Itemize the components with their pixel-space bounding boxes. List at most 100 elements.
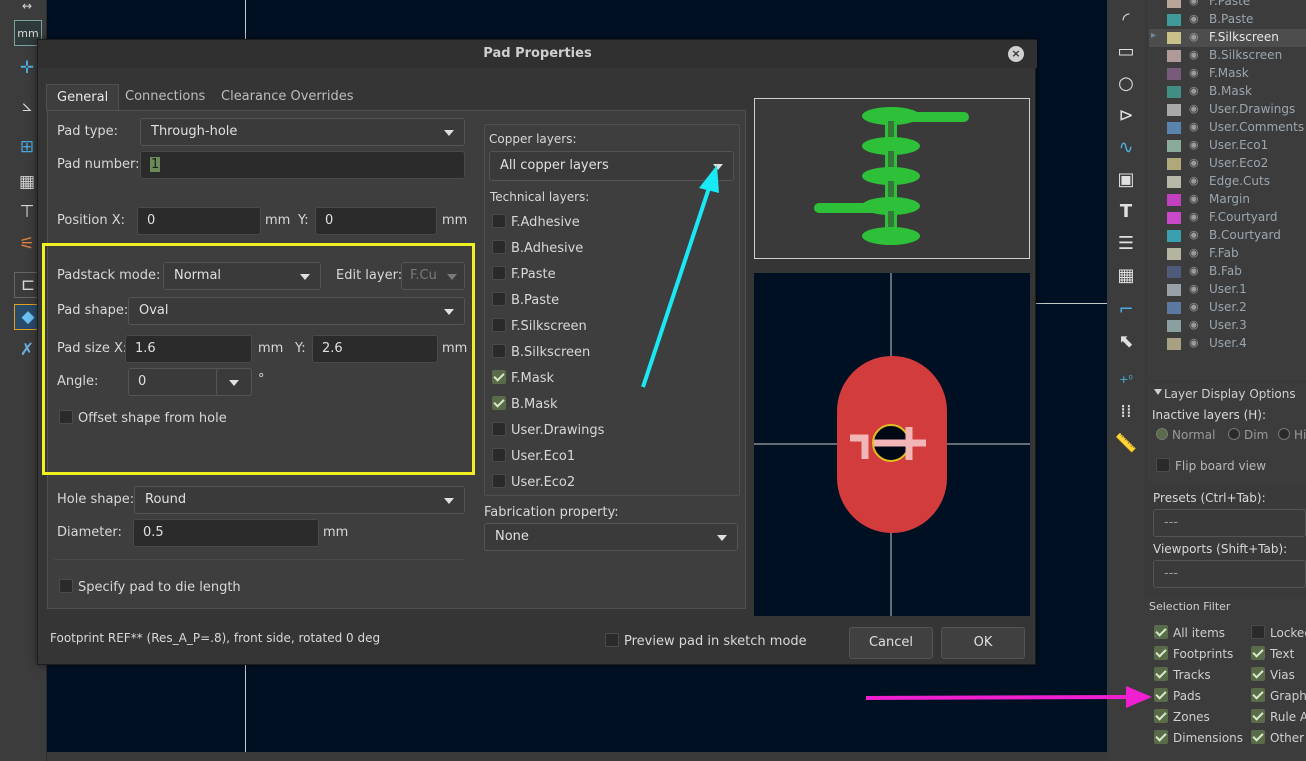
filter-item-checkbox[interactable]: Locked	[1251, 625, 1306, 640]
inactive-hide-radio[interactable]: Hid	[1278, 428, 1306, 442]
technical-layer-checkbox[interactable]: B.Silkscreen	[492, 344, 590, 360]
layer-color-swatch[interactable]	[1167, 320, 1181, 332]
technical-layer-checkbox[interactable]: User.Eco1	[492, 448, 575, 464]
layer-row[interactable]: ◉ B.Paste	[1149, 11, 1306, 29]
pad-shape-dropdown[interactable]: Oval	[128, 297, 465, 325]
set-origin-icon[interactable]: +⁰	[1113, 366, 1139, 392]
padstack-mode-dropdown[interactable]: Normal	[163, 262, 321, 290]
layer-color-swatch[interactable]	[1167, 104, 1181, 116]
technical-layer-checkbox[interactable]: User.Drawings	[492, 422, 604, 438]
eye-icon[interactable]: ◉	[1189, 66, 1199, 79]
tab-general[interactable]: General	[46, 84, 120, 111]
layer-color-swatch[interactable]	[1167, 14, 1181, 26]
image-tool-icon[interactable]: ▣	[1113, 166, 1139, 192]
eye-icon[interactable]: ◉	[1189, 120, 1199, 133]
layer-row[interactable]: ◉ B.Mask	[1149, 83, 1306, 101]
technical-layer-checkbox[interactable]: B.Mask	[492, 396, 558, 412]
cancel-button[interactable]: Cancel	[849, 627, 933, 659]
die-length-checkbox[interactable]: Specify pad to die length	[59, 579, 241, 595]
ok-button[interactable]: OK	[941, 627, 1025, 659]
technical-layer-checkbox[interactable]: F.Silkscreen	[492, 318, 587, 334]
eye-icon[interactable]: ◉	[1189, 246, 1199, 259]
presets-dropdown[interactable]: ---	[1153, 509, 1306, 537]
circle-tool-icon[interactable]: ○	[1113, 70, 1139, 96]
pad-size-x-input[interactable]: 1.6	[125, 335, 252, 363]
layer-color-swatch[interactable]	[1167, 212, 1181, 224]
measure-tool-icon[interactable]: 📏	[1113, 430, 1139, 456]
filter-item-checkbox[interactable]: Other i	[1251, 730, 1306, 745]
copper-layers-dropdown[interactable]: All copper layers	[489, 151, 734, 181]
delete-tool-icon[interactable]: ⬉	[1113, 328, 1139, 354]
layer-color-swatch[interactable]	[1167, 284, 1181, 296]
angle-dropdown-button[interactable]	[216, 368, 252, 396]
eye-icon[interactable]: ◉	[1189, 336, 1199, 349]
filter-item-checkbox[interactable]: Zones	[1154, 709, 1210, 724]
layer-row[interactable]: ◉ User.Comments	[1149, 119, 1306, 137]
eye-icon[interactable]: ◉	[1189, 174, 1199, 187]
technical-layer-checkbox[interactable]: User.Eco2	[492, 474, 575, 490]
filter-item-checkbox[interactable]: Rule Ar	[1251, 709, 1306, 724]
layer-row[interactable]: ◉ Margin	[1149, 191, 1306, 209]
fabrication-property-dropdown[interactable]: None	[484, 523, 738, 551]
diameter-input[interactable]: 0.5	[133, 519, 319, 547]
collapse-chevron-icon[interactable]	[1154, 389, 1162, 395]
close-icon[interactable]: ×	[1008, 46, 1024, 62]
layer-row[interactable]: ◉ B.Fab	[1149, 263, 1306, 281]
table-tool-icon[interactable]: ▦	[1113, 262, 1139, 288]
layer-color-swatch[interactable]	[1167, 68, 1181, 80]
inch-units-icon[interactable]: ↔	[14, 0, 40, 13]
layer-color-swatch[interactable]	[1167, 86, 1181, 98]
layer-row[interactable]: ◉ F.Courtyard	[1149, 209, 1306, 227]
filter-item-checkbox[interactable]: Tracks	[1154, 667, 1211, 682]
layer-row[interactable]: ◉ User.Eco2	[1149, 155, 1306, 173]
eye-icon[interactable]: ◉	[1189, 192, 1199, 205]
filter-item-checkbox[interactable]: Pads	[1154, 688, 1201, 703]
tab-connections[interactable]: Connections	[115, 84, 215, 110]
technical-layer-checkbox[interactable]: F.Paste	[492, 266, 556, 282]
layer-row[interactable]: ◉ User.1	[1149, 281, 1306, 299]
layer-color-swatch[interactable]	[1167, 338, 1181, 350]
technical-layer-checkbox[interactable]: B.Paste	[492, 292, 559, 308]
eye-icon[interactable]: ◉	[1189, 12, 1199, 25]
eye-icon[interactable]: ◉	[1189, 318, 1199, 331]
layer-row[interactable]: ◉ User.4	[1149, 335, 1306, 353]
technical-layer-checkbox[interactable]: B.Adhesive	[492, 240, 583, 256]
hole-shape-dropdown[interactable]: Round	[134, 486, 465, 514]
inactive-normal-radio[interactable]: Normal	[1156, 428, 1215, 442]
filter-item-checkbox[interactable]: Text	[1251, 646, 1294, 661]
eye-icon[interactable]: ◉	[1189, 156, 1199, 169]
eye-icon[interactable]: ◉	[1189, 300, 1199, 313]
pad-number-input[interactable]: 1	[140, 151, 465, 179]
position-y-input[interactable]: 0	[315, 207, 437, 235]
position-x-input[interactable]: 0	[137, 207, 261, 235]
layer-color-swatch[interactable]	[1167, 266, 1181, 278]
flip-board-checkbox[interactable]: Flip board view	[1156, 458, 1266, 473]
layer-display-options-title[interactable]: Layer Display Options	[1164, 387, 1296, 401]
eye-icon[interactable]: ◉	[1189, 48, 1199, 61]
sketch-mode-checkbox[interactable]: Preview pad in sketch mode	[605, 633, 807, 649]
rectangle-tool-icon[interactable]: ▭	[1113, 38, 1139, 64]
layer-color-swatch[interactable]	[1167, 302, 1181, 314]
layer-color-swatch[interactable]	[1167, 230, 1181, 242]
layer-color-swatch[interactable]	[1167, 140, 1181, 152]
technical-layer-checkbox[interactable]: F.Adhesive	[492, 214, 580, 230]
offset-shape-checkbox[interactable]: Offset shape from hole	[59, 410, 227, 426]
technical-layer-checkbox[interactable]: F.Mask	[492, 370, 554, 386]
filter-item-checkbox[interactable]: All items	[1154, 625, 1225, 640]
tab-clearance-overrides[interactable]: Clearance Overrides	[211, 84, 364, 110]
eye-icon[interactable]: ◉	[1189, 210, 1199, 223]
filter-item-checkbox[interactable]: Graphic	[1251, 688, 1306, 703]
eye-icon[interactable]: ◉	[1189, 138, 1199, 151]
layer-row[interactable]: ▸ ◉ F.Silkscreen	[1149, 29, 1306, 47]
layer-row[interactable]: ◉ F.Mask	[1149, 65, 1306, 83]
filter-item-checkbox[interactable]: Vias	[1251, 667, 1295, 682]
layer-color-swatch[interactable]	[1167, 32, 1181, 44]
layer-row[interactable]: ◉ User.Eco1	[1149, 137, 1306, 155]
grid-origin-icon[interactable]: ⁞⁞	[1113, 398, 1139, 424]
layer-color-swatch[interactable]	[1167, 122, 1181, 134]
filter-item-checkbox[interactable]: Dimensions	[1154, 730, 1243, 745]
polygon-tool-icon[interactable]: ⊳	[1113, 102, 1139, 128]
eye-icon[interactable]: ◉	[1189, 0, 1199, 7]
pad-size-y-input[interactable]: 2.6	[312, 335, 438, 363]
eye-icon[interactable]: ◉	[1189, 102, 1199, 115]
